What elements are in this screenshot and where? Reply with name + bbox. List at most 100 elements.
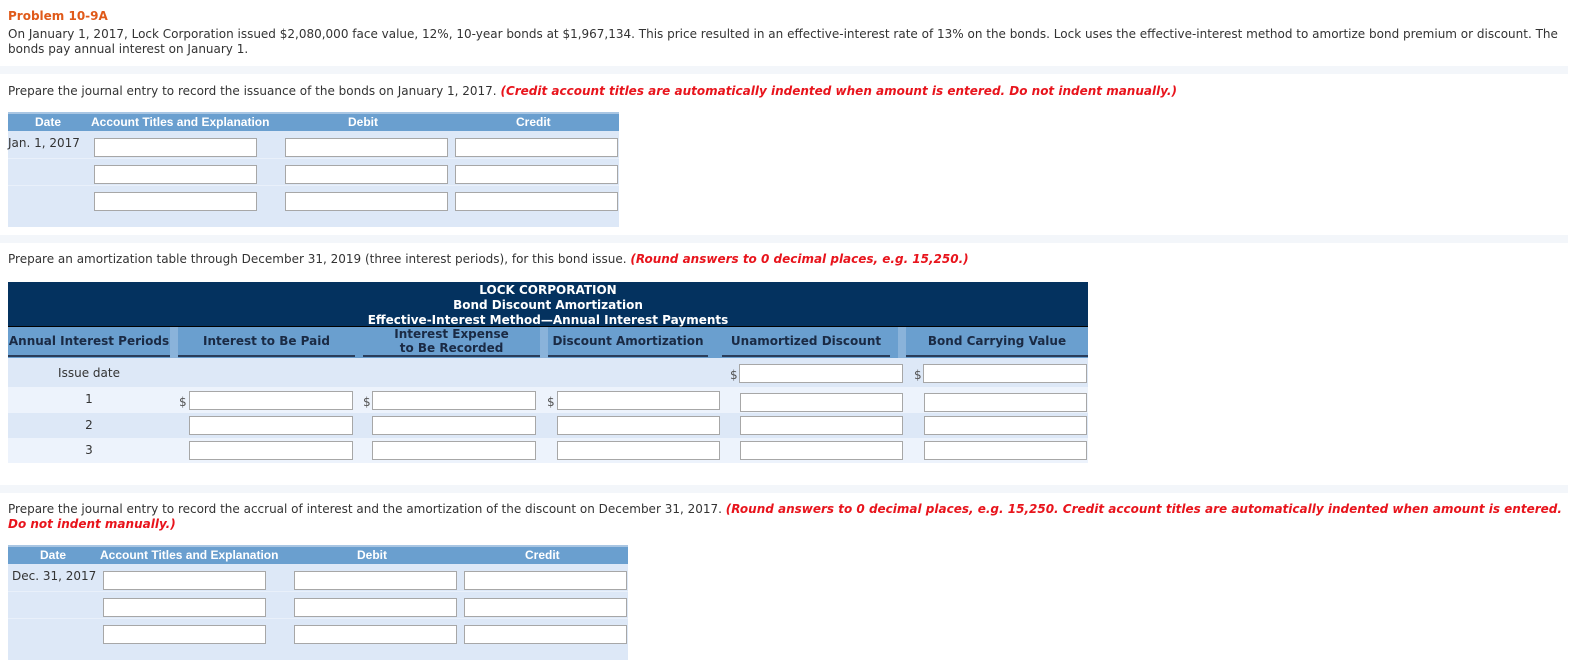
unamortized-discount-input[interactable] xyxy=(739,364,903,383)
discount-amortization-input[interactable] xyxy=(557,416,720,435)
unamortized-discount-input[interactable] xyxy=(740,441,903,460)
unamortized-discount-input[interactable] xyxy=(740,416,903,435)
journal-row: Dec. 31, 2017 xyxy=(8,564,628,591)
company-name: LOCK CORPORATION xyxy=(479,283,617,297)
account-title-input[interactable] xyxy=(94,165,257,184)
journal-header-row: Date Account Titles and Explanation Debi… xyxy=(8,545,628,564)
journal-row xyxy=(8,185,619,212)
dollar-sign: $ xyxy=(547,395,555,409)
col-interest-expense-line2: to Be Recorded xyxy=(399,341,504,355)
period-label: 1 xyxy=(85,392,93,406)
schedule-name: Bond Discount Amortization xyxy=(453,298,643,312)
issuance-journal-table: Date Account Titles and Explanation Debi… xyxy=(8,112,619,227)
header-debit: Debit xyxy=(348,115,378,129)
debit-input[interactable] xyxy=(285,165,448,184)
section-divider xyxy=(0,235,1568,243)
col-bond-carrying-value: Bond Carrying Value xyxy=(906,327,1088,357)
debit-input[interactable] xyxy=(294,571,457,590)
column-gap xyxy=(540,327,548,358)
dollar-sign: $ xyxy=(363,395,371,409)
credit-input[interactable] xyxy=(455,165,618,184)
section-divider xyxy=(0,66,1568,74)
carrying-value-input[interactable] xyxy=(923,364,1087,383)
credit-input[interactable] xyxy=(464,598,627,617)
problem-title: Problem 10-9A xyxy=(8,9,108,23)
period-label: Issue date xyxy=(58,366,120,380)
col-interest-expense: Interest Expense to Be Recorded xyxy=(363,327,540,357)
header-account: Account Titles and Explanation xyxy=(100,548,279,562)
method-name: Effective-Interest Method—Annual Interes… xyxy=(367,313,729,327)
journal-header-row: Date Account Titles and Explanation Debi… xyxy=(8,112,619,131)
col-interest-expense-line1: Interest Expense xyxy=(394,327,509,341)
journal-row: Jan. 1, 2017 xyxy=(8,131,619,158)
period-label: 2 xyxy=(85,418,93,432)
amortization-column-headers: Annual Interest Periods Interest to Be P… xyxy=(8,327,1088,358)
header-account: Account Titles and Explanation xyxy=(91,115,270,129)
account-title-input[interactable] xyxy=(103,598,266,617)
header-date: Date xyxy=(40,548,67,562)
interest-paid-input[interactable] xyxy=(189,441,353,460)
problem-text: On January 1, 2017, Lock Corporation iss… xyxy=(8,27,1558,56)
column-gap xyxy=(898,327,906,358)
amortization-row-period-1: 1 $ $ $ xyxy=(8,387,1088,413)
discount-amortization-input[interactable] xyxy=(557,391,720,410)
journal-row xyxy=(8,158,619,185)
column-gap xyxy=(170,327,178,358)
journal-body: Jan. 1, 2017 xyxy=(8,131,619,227)
amortization-row-period-3: 3 xyxy=(8,438,1088,463)
credit-input[interactable] xyxy=(464,625,627,644)
col-discount-amortization: Discount Amortization xyxy=(548,327,708,357)
carrying-value-input[interactable] xyxy=(924,416,1087,435)
accrual-journal-table: Date Account Titles and Explanation Debi… xyxy=(8,545,628,660)
interest-paid-input[interactable] xyxy=(189,391,353,410)
period-label: 3 xyxy=(85,443,93,457)
credit-input[interactable] xyxy=(464,571,627,590)
journal-date: Jan. 1, 2017 xyxy=(8,136,80,150)
credit-input[interactable] xyxy=(455,192,618,211)
debit-input[interactable] xyxy=(285,192,448,211)
header-date: Date xyxy=(35,115,62,129)
interest-expense-input[interactable] xyxy=(372,416,536,435)
part1-instruction: Prepare the journal entry to record the … xyxy=(8,84,1177,99)
interest-expense-input[interactable] xyxy=(372,391,536,410)
amortization-row-issue-date: Issue date $ $ xyxy=(8,358,1088,387)
debit-input[interactable] xyxy=(294,625,457,644)
part2-instruction: Prepare an amortization table through De… xyxy=(8,252,969,267)
journal-body: Dec. 31, 2017 xyxy=(8,564,628,660)
discount-amortization-input[interactable] xyxy=(557,441,720,460)
interest-expense-input[interactable] xyxy=(372,441,536,460)
carrying-value-input[interactable] xyxy=(924,393,1087,412)
col-interest-to-be-paid: Interest to Be Paid xyxy=(178,327,355,357)
account-title-input[interactable] xyxy=(103,571,266,590)
section-divider xyxy=(0,485,1568,493)
account-title-input[interactable] xyxy=(94,138,257,157)
dollar-sign: $ xyxy=(179,395,187,409)
part3-instruction-text: Prepare the journal entry to record the … xyxy=(8,502,722,516)
dollar-sign: $ xyxy=(914,368,922,382)
col-unamortized-discount: Unamortized Discount xyxy=(722,327,890,357)
amortization-row-period-2: 2 xyxy=(8,413,1088,438)
header-debit: Debit xyxy=(357,548,387,562)
part1-instruction-text: Prepare the journal entry to record the … xyxy=(8,84,497,98)
account-title-input[interactable] xyxy=(103,625,266,644)
journal-row xyxy=(8,618,628,645)
header-credit: Credit xyxy=(516,115,551,129)
carrying-value-input[interactable] xyxy=(924,441,1087,460)
debit-input[interactable] xyxy=(285,138,448,157)
debit-input[interactable] xyxy=(294,598,457,617)
amortization-table-title: LOCK CORPORATION Bond Discount Amortizat… xyxy=(8,282,1088,327)
part2-instruction-text: Prepare an amortization table through De… xyxy=(8,252,627,266)
journal-row xyxy=(8,591,628,618)
part3-instruction: Prepare the journal entry to record the … xyxy=(8,502,1563,532)
account-title-input[interactable] xyxy=(94,192,257,211)
amortization-table: LOCK CORPORATION Bond Discount Amortizat… xyxy=(8,282,1088,463)
interest-paid-input[interactable] xyxy=(189,416,353,435)
dollar-sign: $ xyxy=(730,368,738,382)
part2-note: (Round answers to 0 decimal places, e.g.… xyxy=(630,252,969,266)
journal-date: Dec. 31, 2017 xyxy=(12,569,97,583)
part1-note: (Credit account titles are automatically… xyxy=(500,84,1177,98)
credit-input[interactable] xyxy=(455,138,618,157)
unamortized-discount-input[interactable] xyxy=(740,393,903,412)
col-annual-interest-periods: Annual Interest Periods xyxy=(8,327,170,357)
header-credit: Credit xyxy=(525,548,560,562)
